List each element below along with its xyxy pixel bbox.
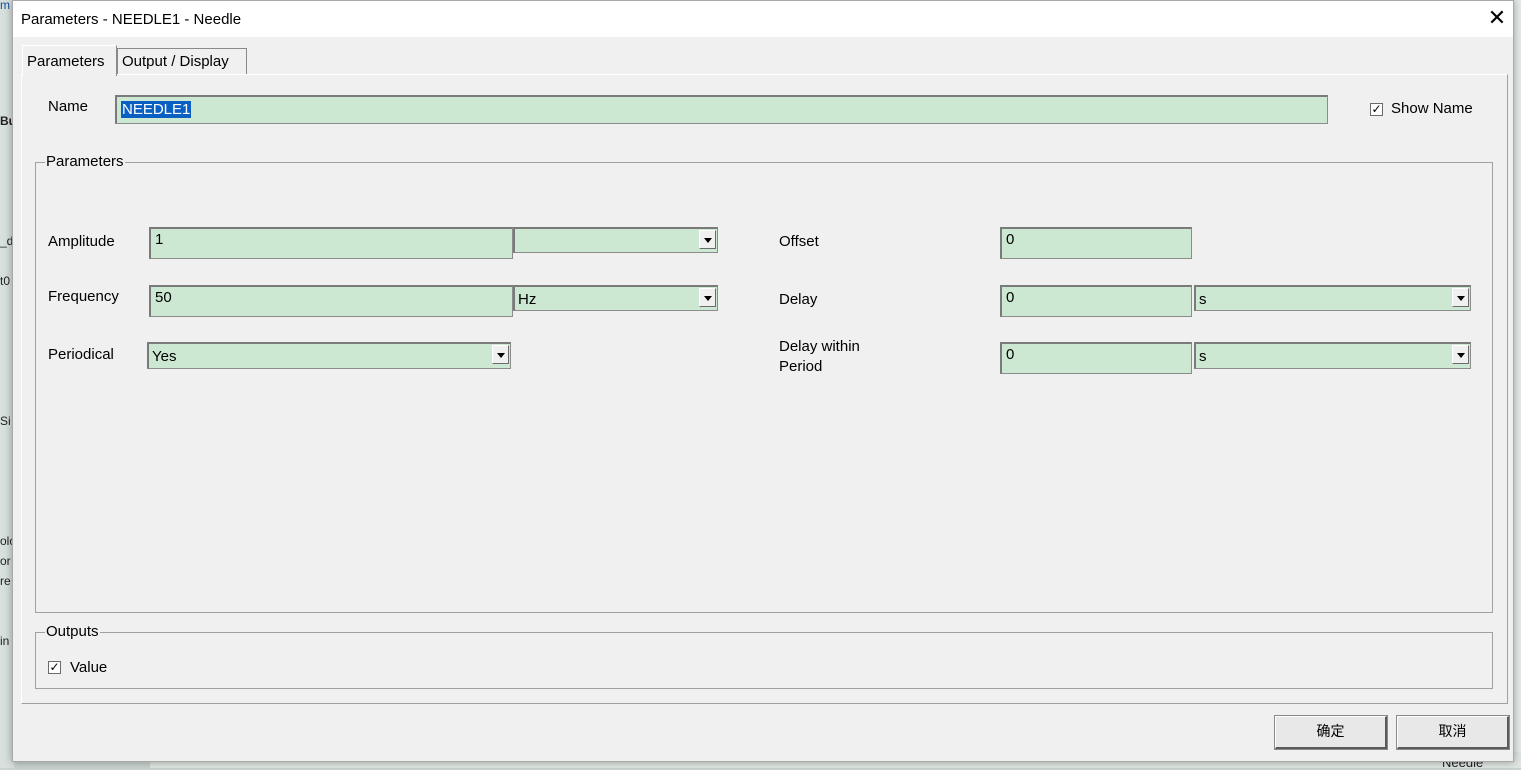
value-output-label: Value xyxy=(70,659,108,676)
frequency-unit-value: Hz xyxy=(518,291,537,308)
amplitude-unit-select[interactable] xyxy=(513,227,718,253)
show-name-checkbox[interactable]: ✓ xyxy=(1370,103,1383,116)
chevron-down-icon[interactable] xyxy=(1452,288,1469,307)
delay-within-period-label: Delay within xyxy=(779,338,860,355)
outputs-groupbox xyxy=(35,632,1493,689)
amplitude-input[interactable]: 1 xyxy=(149,227,513,259)
frequency-unit-select[interactable]: Hz xyxy=(513,285,718,311)
name-label: Name xyxy=(48,98,89,115)
ok-button[interactable]: 确定 xyxy=(1274,715,1388,750)
chevron-down-icon[interactable] xyxy=(699,288,716,307)
delay-within-period-unit-select[interactable]: s xyxy=(1194,342,1471,369)
name-input[interactable]: NEEDLE1 xyxy=(115,95,1328,124)
tab-parameters[interactable]: Parameters xyxy=(22,45,117,76)
outputs-group-title: Outputs xyxy=(45,623,100,640)
parameters-group-title: Parameters xyxy=(45,153,125,170)
delay-label: Delay xyxy=(779,291,818,308)
value-output-checkbox[interactable]: ✓ xyxy=(48,661,61,674)
offset-label: Offset xyxy=(779,233,819,250)
delay-within-period-label-line2: Period xyxy=(779,358,823,375)
delay-within-period-unit-value: s xyxy=(1199,348,1207,365)
delay-unit-select[interactable]: s xyxy=(1194,285,1471,311)
periodical-select[interactable]: Yes xyxy=(147,342,511,369)
chevron-down-icon[interactable] xyxy=(492,345,509,364)
parameters-dialog: Parameters - NEEDLE1 - Needle ✕ Paramete… xyxy=(12,0,1514,762)
delay-unit-value: s xyxy=(1199,291,1207,308)
frequency-label: Frequency xyxy=(48,288,119,305)
background-text: in xyxy=(0,634,10,648)
dialog-title: Parameters - NEEDLE1 - Needle xyxy=(21,11,242,28)
background-text: t0 xyxy=(0,274,11,288)
title-bar: Parameters - NEEDLE1 - Needle ✕ xyxy=(13,1,1513,37)
cancel-button[interactable]: 取消 xyxy=(1396,715,1510,750)
chevron-down-icon[interactable] xyxy=(1452,345,1469,364)
offset-input[interactable]: 0 xyxy=(1000,227,1192,259)
chevron-down-icon[interactable] xyxy=(699,230,716,249)
background-text: or xyxy=(0,554,11,568)
show-name-label: Show Name xyxy=(1391,100,1473,117)
frequency-input[interactable]: 50 xyxy=(149,285,513,317)
tab-output-display[interactable]: Output / Display xyxy=(117,48,247,74)
periodical-value: Yes xyxy=(152,348,177,365)
background-text: m xyxy=(0,0,10,12)
name-value: NEEDLE1 xyxy=(121,101,192,118)
checkmark-icon: ✓ xyxy=(49,660,60,674)
periodical-label: Periodical xyxy=(48,346,114,363)
background-text: re xyxy=(0,574,11,588)
background-text: Si xyxy=(0,414,11,428)
checkmark-icon: ✓ xyxy=(1371,102,1382,116)
delay-input[interactable]: 0 xyxy=(1000,285,1192,317)
amplitude-label: Amplitude xyxy=(48,233,115,250)
close-icon[interactable]: ✕ xyxy=(1483,7,1511,31)
delay-within-period-input[interactable]: 0 xyxy=(1000,342,1192,374)
